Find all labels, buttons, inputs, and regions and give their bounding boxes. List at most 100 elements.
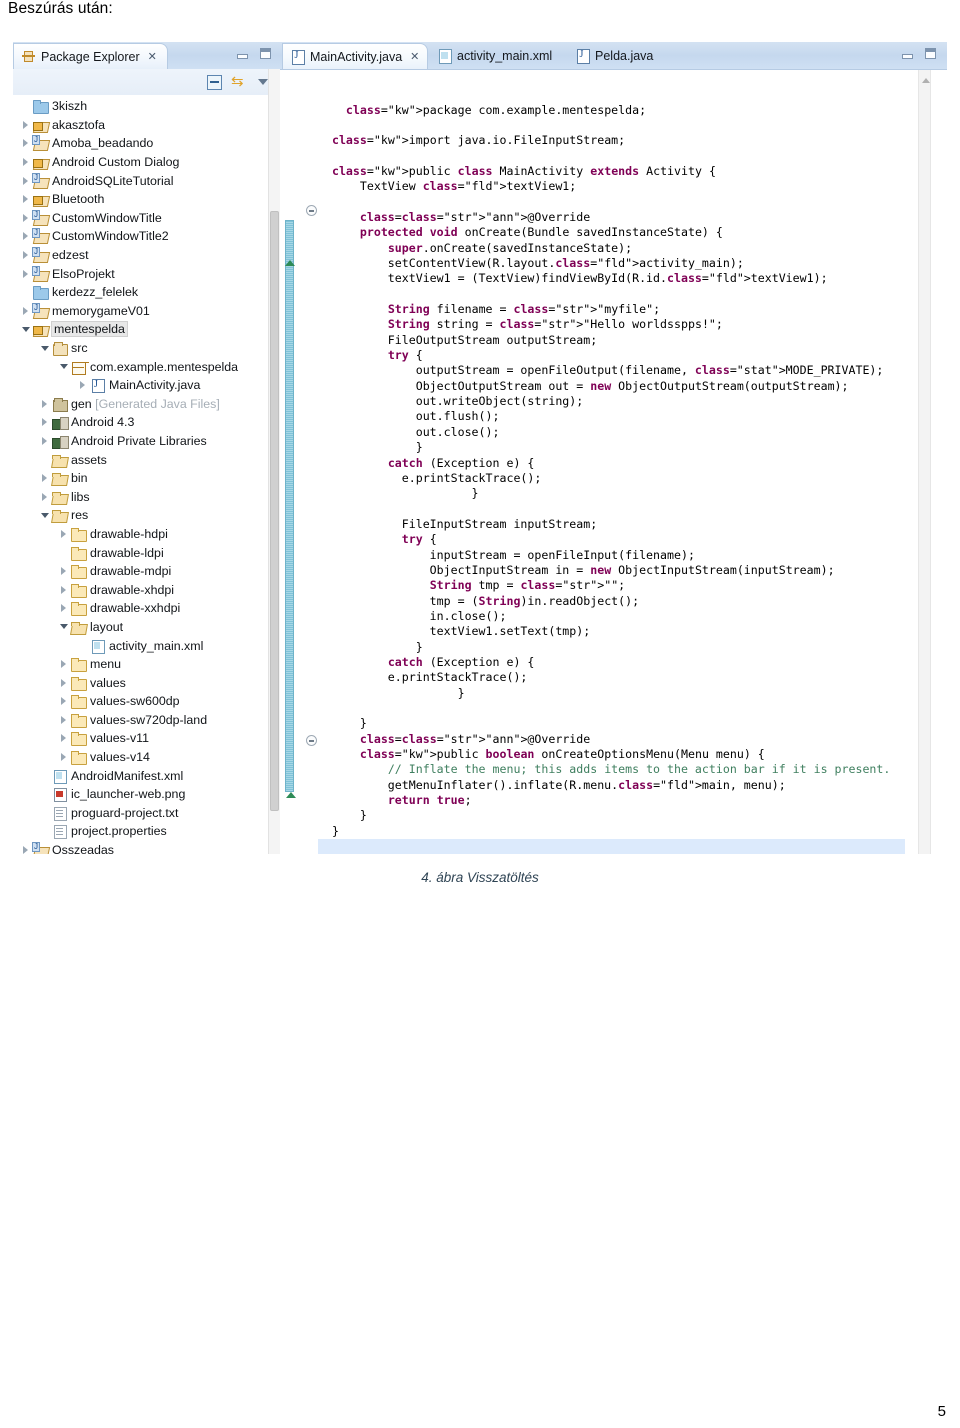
close-icon[interactable]: ✕: [410, 50, 419, 63]
tree-item[interactable]: Android Private Libraries: [13, 432, 280, 451]
expand-arrow-open-icon[interactable]: [38, 345, 51, 351]
expand-arrow-closed-icon[interactable]: [57, 715, 70, 724]
expand-arrow-closed-icon[interactable]: [38, 399, 51, 408]
tree-item[interactable]: drawable-ldpi: [13, 543, 280, 562]
fold-collapse-icon[interactable]: [306, 735, 317, 746]
tree-item[interactable]: layout: [13, 618, 280, 637]
expand-arrow-closed-icon[interactable]: [57, 660, 70, 669]
tab-activity-main-xml[interactable]: activity_main.xml: [430, 43, 560, 69]
tab-mainactivity-java[interactable]: MainActivity.java ✕: [282, 43, 429, 69]
tree-item[interactable]: values-v14: [13, 748, 280, 767]
tree-item[interactable]: bin: [13, 469, 280, 488]
tree-item[interactable]: drawable-hdpi: [13, 525, 280, 544]
expand-arrow-open-icon[interactable]: [38, 512, 51, 518]
tree-item[interactable]: proguard-project.txt: [13, 804, 280, 823]
tree-item[interactable]: libs: [13, 487, 280, 506]
tree-item[interactable]: ic_launcher-web.png: [13, 785, 280, 804]
expand-arrow-closed-icon[interactable]: [19, 120, 32, 129]
tree-item[interactable]: mentespelda: [13, 320, 280, 339]
tree-item[interactable]: menu: [13, 655, 280, 674]
collapse-all-icon[interactable]: [207, 74, 222, 90]
tree-item[interactable]: Android Custom Dialog: [13, 153, 280, 172]
expand-arrow-closed-icon[interactable]: [57, 585, 70, 594]
scrollbar-thumb[interactable]: [270, 211, 279, 811]
tree-item[interactable]: MainActivity.java: [13, 376, 280, 395]
tree-item-label: ic_launcher-web.png: [71, 787, 186, 802]
tree-item[interactable]: Amoba_beadando: [13, 134, 280, 153]
expand-arrow-closed-icon[interactable]: [38, 436, 51, 445]
expand-arrow-closed-icon[interactable]: [19, 269, 32, 278]
maximize-icon[interactable]: [259, 47, 272, 60]
tree-item[interactable]: AndroidManifest.xml: [13, 766, 280, 785]
tree-item[interactable]: ElsoProjekt: [13, 264, 280, 283]
tree-item[interactable]: Osszeadas: [13, 841, 280, 854]
expand-arrow-closed-icon[interactable]: [57, 567, 70, 576]
expand-arrow-open-icon[interactable]: [57, 624, 70, 630]
link-with-editor-icon[interactable]: ⇆: [231, 74, 249, 90]
tree-item[interactable]: memorygameV01: [13, 302, 280, 321]
tree-item[interactable]: Android 4.3: [13, 413, 280, 432]
expand-arrow-closed-icon[interactable]: [38, 418, 51, 427]
tree-item[interactable]: res: [13, 506, 280, 525]
expand-arrow-open-icon[interactable]: [57, 364, 70, 370]
expand-arrow-closed-icon[interactable]: [19, 158, 32, 167]
expand-arrow-closed-icon[interactable]: [57, 529, 70, 538]
expand-arrow-closed-icon[interactable]: [38, 474, 51, 483]
expand-arrow-closed-icon[interactable]: [19, 176, 32, 185]
tree-item[interactable]: CustomWindowTitle2: [13, 227, 280, 246]
tree-item[interactable]: drawable-xxhdpi: [13, 599, 280, 618]
close-icon[interactable]: ✕: [148, 50, 157, 63]
tree-item[interactable]: gen [Generated Java Files]: [13, 395, 280, 414]
project-tree[interactable]: 3kiszh akasztofa Amoba_beadando Android Cus…: [13, 95, 280, 854]
minimize-icon[interactable]: [236, 47, 249, 60]
maximize-icon[interactable]: [924, 47, 937, 60]
tree-item[interactable]: values: [13, 673, 280, 692]
tree-item[interactable]: kerdezz_felelek: [13, 283, 280, 302]
tree-item[interactable]: project.properties: [13, 822, 280, 841]
tree-item[interactable]: assets: [13, 450, 280, 469]
tab-pelda-java[interactable]: Pelda.java: [568, 43, 661, 69]
tree-item[interactable]: drawable-mdpi: [13, 562, 280, 581]
tree-item[interactable]: values-v11: [13, 729, 280, 748]
expand-arrow-closed-icon[interactable]: [19, 306, 32, 315]
expand-arrow-open-icon[interactable]: [19, 326, 32, 332]
source-code-text[interactable]: class="kw">package com.example.mentespel…: [318, 82, 905, 854]
tree-item[interactable]: values-sw600dp: [13, 692, 280, 711]
editor-overview-ruler[interactable]: [931, 70, 947, 854]
fold-collapse-icon[interactable]: [306, 205, 317, 216]
tab-package-explorer[interactable]: Package Explorer ✕: [13, 43, 168, 69]
editor-vertical-scrollbar[interactable]: [918, 70, 931, 854]
tree-item[interactable]: values-sw720dp-land: [13, 711, 280, 730]
tree-item[interactable]: akasztofa: [13, 116, 280, 135]
tree-item[interactable]: 3kiszh: [13, 97, 280, 116]
tree-item[interactable]: drawable-xhdpi: [13, 580, 280, 599]
expand-arrow-closed-icon[interactable]: [38, 492, 51, 501]
expand-arrow-closed-icon[interactable]: [76, 381, 89, 390]
package-explorer-scrollbar[interactable]: [268, 69, 280, 854]
editor-gutter[interactable]: [280, 70, 318, 854]
expand-arrow-closed-icon[interactable]: [19, 232, 32, 241]
expand-arrow-closed-icon[interactable]: [57, 604, 70, 613]
expand-arrow-closed-icon[interactable]: [57, 734, 70, 743]
scroll-up-icon[interactable]: [922, 78, 930, 83]
expand-arrow-closed-icon[interactable]: [19, 213, 32, 222]
tree-item[interactable]: com.example.mentespelda: [13, 357, 280, 376]
expand-arrow-closed-icon[interactable]: [57, 678, 70, 687]
editor-area: MainActivity.java ✕ activity_main.xml Pe…: [280, 42, 947, 854]
tree-item[interactable]: edzest: [13, 246, 280, 265]
tree-item[interactable]: Bluetooth: [13, 190, 280, 209]
expand-arrow-closed-icon[interactable]: [19, 846, 32, 854]
expand-arrow-closed-icon[interactable]: [19, 139, 32, 148]
view-menu-icon[interactable]: [258, 79, 268, 85]
annotation-overview-strip[interactable]: [285, 220, 294, 792]
minimize-icon[interactable]: [901, 47, 914, 60]
tree-item[interactable]: src: [13, 339, 280, 358]
editor-body[interactable]: class="kw">package com.example.mentespel…: [280, 69, 947, 854]
expand-arrow-closed-icon[interactable]: [19, 195, 32, 204]
expand-arrow-closed-icon[interactable]: [57, 697, 70, 706]
tree-item[interactable]: activity_main.xml: [13, 636, 280, 655]
expand-arrow-closed-icon[interactable]: [57, 753, 70, 762]
expand-arrow-closed-icon[interactable]: [19, 251, 32, 260]
tree-item[interactable]: AndroidSQLiteTutorial: [13, 171, 280, 190]
tree-item[interactable]: CustomWindowTitle: [13, 209, 280, 228]
